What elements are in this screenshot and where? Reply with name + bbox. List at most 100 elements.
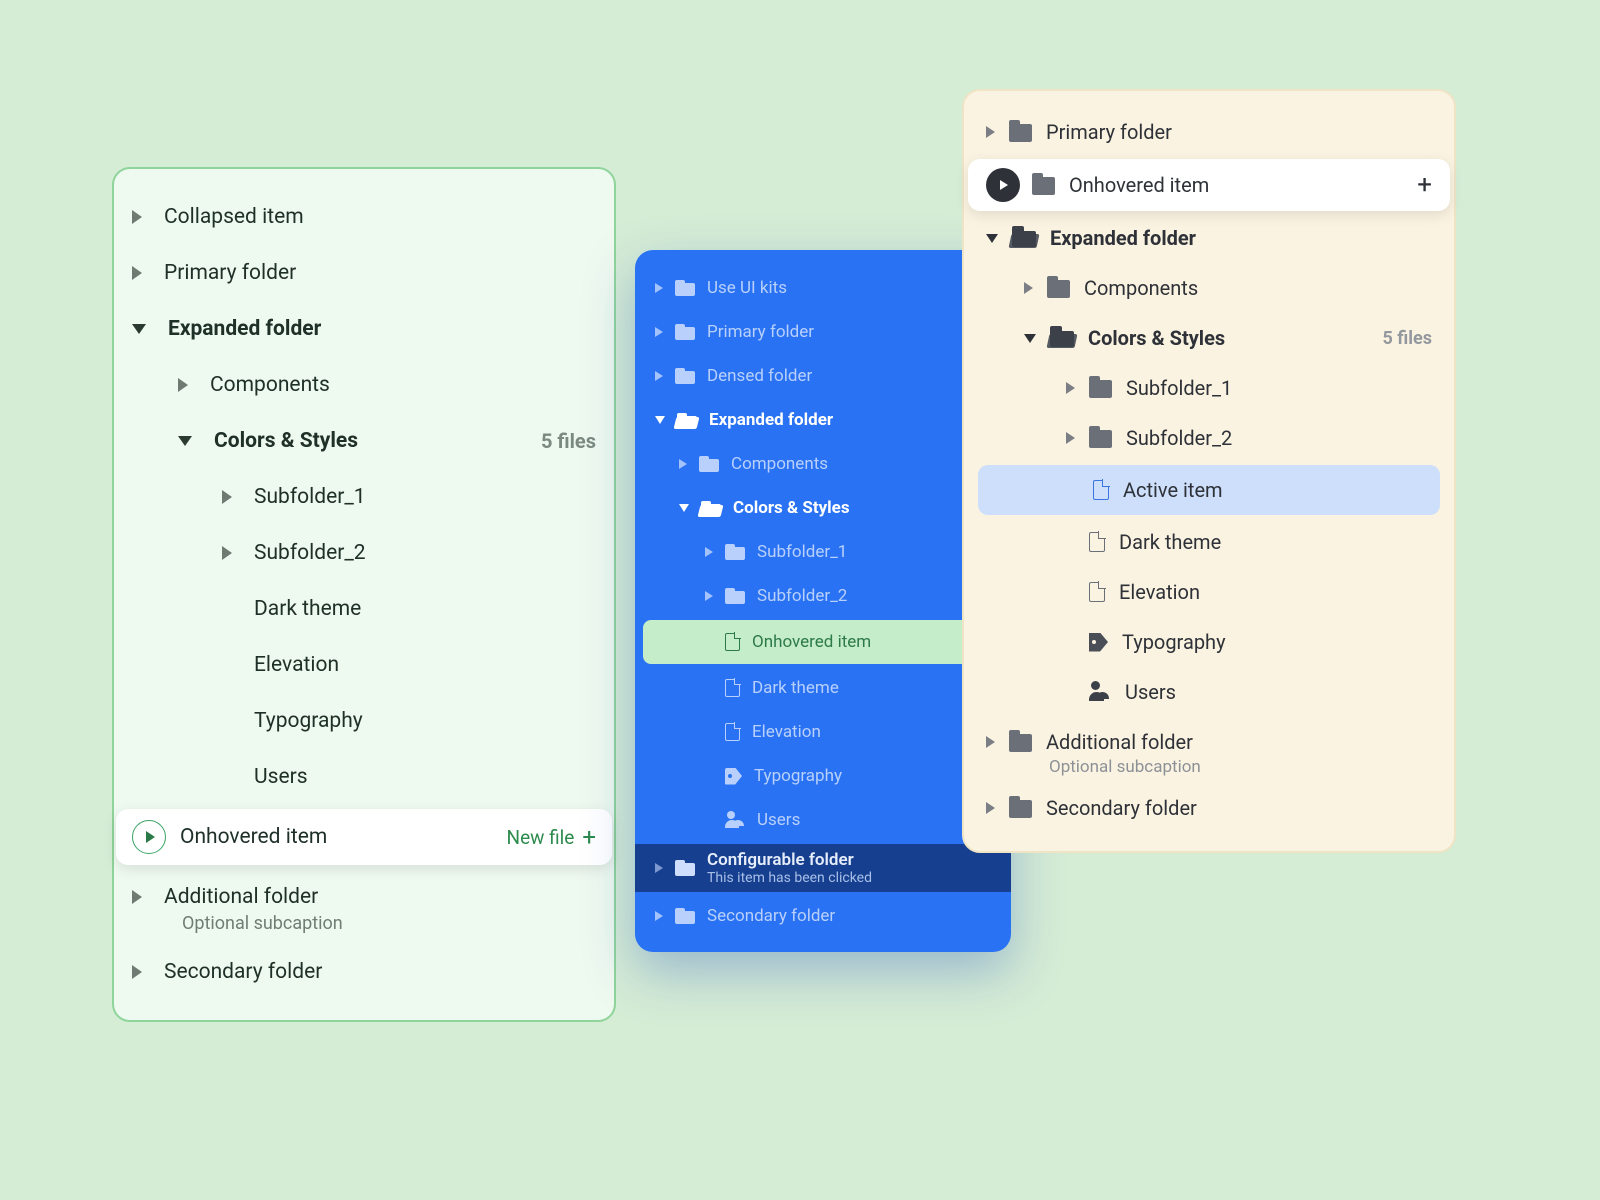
tree-item-label: Colors & Styles	[1088, 326, 1225, 350]
tree-item-onhovered[interactable]: Onhovered item +	[968, 159, 1450, 211]
tree-item-label: Elevation	[752, 722, 821, 742]
chevron-down-icon	[679, 504, 689, 512]
tree-item-label: Expanded folder	[1050, 226, 1196, 250]
plus-icon[interactable]: +	[1417, 172, 1432, 198]
tree-item-label: Dark theme	[752, 678, 839, 698]
folder-icon	[1009, 800, 1032, 818]
new-file-action[interactable]: New file +	[507, 823, 596, 851]
tree-item-label: Active item	[1123, 478, 1223, 502]
tree-item-primary[interactable]: Primary folder	[122, 245, 606, 301]
tree-item-primary[interactable]: Primary folder	[974, 107, 1444, 157]
tree-item-typography[interactable]: Typography	[643, 754, 1003, 798]
chevron-right-icon	[655, 911, 663, 921]
chevron-right-icon	[705, 591, 713, 601]
folder-icon	[1032, 177, 1055, 195]
folder-icon	[725, 588, 745, 604]
file-count: 5 files	[1382, 328, 1432, 349]
tree-item-colors-styles[interactable]: Colors & Styles	[643, 486, 1003, 530]
tree-item-secondary[interactable]: Secondary folder	[643, 894, 1003, 938]
tree-item-typography[interactable]: Typography	[974, 617, 1444, 667]
chevron-right-icon	[986, 126, 995, 138]
tree-item-subfolder-2[interactable]: Subfolder_2	[643, 574, 1003, 618]
folder-open-icon	[1050, 329, 1074, 347]
tree-item-elevation[interactable]: Elevation	[643, 710, 1003, 754]
tree-item-secondary[interactable]: Secondary folder	[122, 944, 606, 1000]
tree-item-label: Additional folder	[1046, 730, 1193, 754]
tree-item-onhovered[interactable]: Onhovered item	[643, 620, 1003, 664]
expand-button[interactable]	[132, 820, 166, 854]
chevron-right-icon	[132, 266, 142, 280]
tree-item-components[interactable]: Components	[122, 357, 606, 413]
tree-item-densed[interactable]: Densed folder	[643, 354, 1003, 398]
tree-item-expanded[interactable]: Expanded folder	[122, 301, 606, 357]
tree-item-label: Users	[1125, 680, 1176, 704]
tree-item-typography[interactable]: Typography	[122, 693, 606, 749]
folder-open-icon	[1012, 229, 1036, 247]
tree-item-label: Collapsed item	[164, 205, 304, 229]
tree-item-components[interactable]: Components	[643, 442, 1003, 486]
expand-button[interactable]	[986, 168, 1020, 202]
tree-item-label: Secondary folder	[707, 906, 835, 926]
folder-icon	[725, 544, 745, 560]
chevron-down-icon	[655, 416, 665, 424]
tree-item-elevation[interactable]: Elevation	[122, 637, 606, 693]
tree-item-label: Dark theme	[1119, 530, 1221, 554]
folder-icon	[1009, 124, 1032, 142]
tree-item-dark-theme[interactable]: Dark theme	[643, 666, 1003, 710]
tree-item-elevation[interactable]: Elevation	[974, 567, 1444, 617]
tree-item-label: Primary folder	[707, 322, 814, 342]
tree-item-label: Users	[757, 810, 800, 830]
tree-item-label: Secondary folder	[164, 960, 322, 984]
tree-item-onhovered[interactable]: Onhovered item New file +	[116, 809, 612, 865]
tree-item-dark-theme[interactable]: Dark theme	[974, 517, 1444, 567]
folder-icon	[675, 908, 695, 924]
chevron-right-icon	[655, 283, 663, 293]
tree-item-primary[interactable]: Primary folder	[643, 310, 1003, 354]
chevron-right-icon	[1066, 432, 1075, 444]
tree-panel-blue: Use UI kits Primary folder Densed folder…	[635, 250, 1011, 952]
tree-item-subcaption: This item has been clicked	[707, 870, 872, 886]
tree-item-dark-theme[interactable]: Dark theme	[122, 581, 606, 637]
tree-item-label: Primary folder	[1046, 120, 1172, 144]
tree-item-label: Typography	[1122, 630, 1226, 654]
tree-item-ui-kits[interactable]: Use UI kits	[643, 266, 1003, 310]
chevron-right-icon	[1024, 282, 1033, 294]
chevron-right-icon	[655, 863, 663, 873]
tree-item-label: Densed folder	[707, 366, 812, 386]
tree-item-users[interactable]: Users	[974, 667, 1444, 717]
tree-item-colors-styles[interactable]: Colors & Styles 5 files	[974, 313, 1444, 363]
tree-item-users[interactable]: Users	[643, 798, 1003, 842]
users-icon	[1089, 683, 1111, 701]
tree-item-subfolder-2[interactable]: Subfolder_2	[122, 525, 606, 581]
tag-icon	[725, 768, 742, 785]
tree-item-users[interactable]: Users	[122, 749, 606, 805]
tree-item-components[interactable]: Components	[974, 263, 1444, 313]
chevron-down-icon	[1024, 334, 1036, 343]
tree-item-secondary[interactable]: Secondary folder	[974, 783, 1444, 833]
folder-icon	[675, 860, 695, 876]
file-icon	[725, 723, 740, 741]
chevron-right-icon	[1066, 382, 1075, 394]
tree-item-collapsed[interactable]: Collapsed item	[122, 189, 606, 245]
tree-item-expanded[interactable]: Expanded folder	[643, 398, 1003, 442]
folder-open-icon	[701, 500, 721, 516]
tree-item-label: Subfolder_2	[254, 541, 366, 565]
users-icon	[725, 812, 745, 828]
tree-item-subfolder-1[interactable]: Subfolder_1	[974, 363, 1444, 413]
chevron-down-icon	[178, 436, 192, 446]
folder-icon	[1089, 380, 1112, 398]
tree-item-subfolder-2[interactable]: Subfolder_2	[974, 413, 1444, 463]
tree-item-label: Primary folder	[164, 261, 296, 285]
tree-item-active[interactable]: Active item	[978, 465, 1440, 515]
tree-item-label: Colors & Styles	[733, 498, 850, 518]
tree-item-expanded[interactable]: Expanded folder	[974, 213, 1444, 263]
tree-item-label: Components	[731, 454, 828, 474]
tree-item-label: Onhovered item	[752, 632, 871, 652]
tree-item-subfolder-1[interactable]: Subfolder_1	[643, 530, 1003, 574]
tree-item-subfolder-1[interactable]: Subfolder_1	[122, 469, 606, 525]
tree-item-colors-styles[interactable]: Colors & Styles 5 files	[122, 413, 606, 469]
folder-icon	[1089, 430, 1112, 448]
tree-item-content: Configurable folder This item has been c…	[707, 850, 872, 886]
chevron-right-icon	[986, 736, 995, 748]
tree-item-configurable[interactable]: Configurable folder This item has been c…	[635, 844, 1011, 892]
